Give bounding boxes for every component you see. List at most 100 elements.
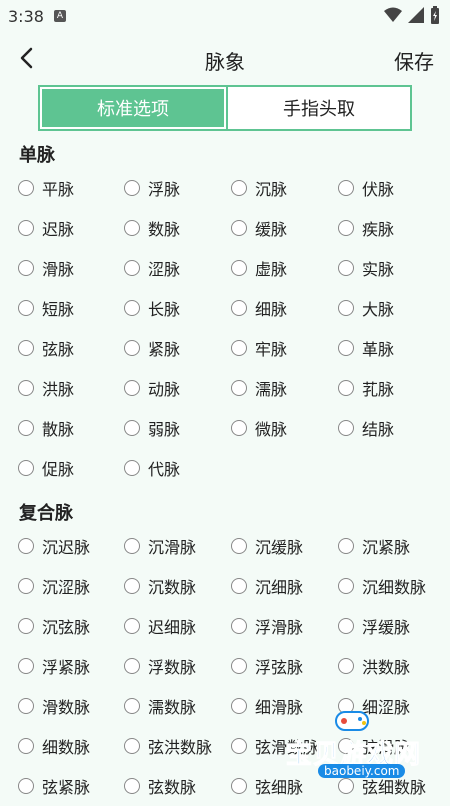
pulse-option[interactable]: 动脉 (124, 368, 180, 408)
radio-button[interactable] (18, 180, 34, 196)
radio-button[interactable] (124, 698, 140, 714)
pulse-option[interactable]: 弦紧脉 (18, 766, 90, 806)
radio-button[interactable] (18, 538, 34, 554)
radio-button[interactable] (18, 778, 34, 794)
radio-button[interactable] (124, 420, 140, 436)
pulse-option[interactable]: 沉细数脉 (338, 566, 426, 606)
radio-button[interactable] (338, 538, 354, 554)
pulse-option[interactable]: 弦数脉 (124, 766, 196, 806)
radio-button[interactable] (231, 658, 247, 674)
pulse-option[interactable]: 滑数脉 (18, 686, 90, 726)
radio-button[interactable] (18, 698, 34, 714)
radio-button[interactable] (124, 578, 140, 594)
pulse-option[interactable]: 沉弦脉 (18, 606, 90, 646)
radio-button[interactable] (338, 260, 354, 276)
radio-button[interactable] (231, 180, 247, 196)
radio-button[interactable] (338, 420, 354, 436)
radio-button[interactable] (18, 220, 34, 236)
radio-button[interactable] (18, 658, 34, 674)
pulse-option[interactable]: 散脉 (18, 408, 74, 448)
radio-button[interactable] (338, 180, 354, 196)
radio-button[interactable] (231, 538, 247, 554)
pulse-option[interactable]: 短脉 (18, 288, 74, 328)
pulse-option[interactable]: 芤脉 (338, 368, 394, 408)
pulse-option[interactable]: 长脉 (124, 288, 180, 328)
radio-button[interactable] (124, 618, 140, 634)
pulse-option[interactable]: 实脉 (338, 248, 394, 288)
radio-button[interactable] (231, 738, 247, 754)
tab-standard-options[interactable]: 标准选项 (42, 89, 224, 127)
radio-button[interactable] (124, 778, 140, 794)
radio-button[interactable] (124, 260, 140, 276)
pulse-option[interactable]: 疾脉 (338, 208, 394, 248)
radio-button[interactable] (338, 578, 354, 594)
pulse-option[interactable]: 平脉 (18, 168, 74, 208)
pulse-option[interactable]: 迟细脉 (124, 606, 196, 646)
pulse-option[interactable]: 弱脉 (124, 408, 180, 448)
radio-button[interactable] (124, 460, 140, 476)
radio-button[interactable] (18, 738, 34, 754)
pulse-option[interactable]: 牢脉 (231, 328, 287, 368)
radio-button[interactable] (231, 698, 247, 714)
radio-button[interactable] (338, 340, 354, 356)
pulse-option[interactable]: 滑脉 (18, 248, 74, 288)
radio-button[interactable] (338, 300, 354, 316)
pulse-option[interactable]: 迟脉 (18, 208, 74, 248)
pulse-option[interactable]: 浮脉 (124, 168, 180, 208)
pulse-option[interactable]: 沉脉 (231, 168, 287, 208)
pulse-option[interactable]: 濡脉 (231, 368, 287, 408)
radio-button[interactable] (18, 300, 34, 316)
radio-button[interactable] (124, 300, 140, 316)
pulse-option[interactable]: 革脉 (338, 328, 394, 368)
pulse-option[interactable]: 濡数脉 (124, 686, 196, 726)
radio-button[interactable] (231, 220, 247, 236)
radio-button[interactable] (231, 340, 247, 356)
pulse-option[interactable]: 结脉 (338, 408, 394, 448)
pulse-option[interactable]: 弦洪数脉 (124, 726, 212, 766)
radio-button[interactable] (18, 420, 34, 436)
pulse-option[interactable]: 沉细脉 (231, 566, 303, 606)
radio-button[interactable] (18, 578, 34, 594)
radio-button[interactable] (124, 380, 140, 396)
pulse-option[interactable]: 浮数脉 (124, 646, 196, 686)
radio-button[interactable] (18, 460, 34, 476)
pulse-option[interactable]: 洪数脉 (338, 646, 410, 686)
radio-button[interactable] (338, 658, 354, 674)
pulse-option[interactable]: 促脉 (18, 448, 74, 488)
pulse-option[interactable]: 浮缓脉 (338, 606, 410, 646)
radio-button[interactable] (231, 578, 247, 594)
pulse-option[interactable]: 浮弦脉 (231, 646, 303, 686)
pulse-option[interactable]: 浮滑脉 (231, 606, 303, 646)
radio-button[interactable] (231, 618, 247, 634)
radio-button[interactable] (231, 778, 247, 794)
radio-button[interactable] (338, 220, 354, 236)
pulse-option[interactable]: 细数脉 (18, 726, 90, 766)
pulse-option[interactable]: 沉迟脉 (18, 526, 90, 566)
pulse-option[interactable]: 沉涩脉 (18, 566, 90, 606)
save-button[interactable]: 保存 (394, 46, 434, 75)
radio-button[interactable] (231, 420, 247, 436)
radio-button[interactable] (124, 658, 140, 674)
pulse-option[interactable]: 微脉 (231, 408, 287, 448)
pulse-option[interactable]: 沉滑脉 (124, 526, 196, 566)
pulse-option[interactable]: 数脉 (124, 208, 180, 248)
pulse-option[interactable]: 浮紧脉 (18, 646, 90, 686)
pulse-option[interactable]: 代脉 (124, 448, 180, 488)
pulse-option[interactable]: 弦脉 (18, 328, 74, 368)
radio-button[interactable] (124, 180, 140, 196)
radio-button[interactable] (231, 260, 247, 276)
pulse-option[interactable]: 缓脉 (231, 208, 287, 248)
radio-button[interactable] (338, 618, 354, 634)
pulse-option[interactable]: 细脉 (231, 288, 287, 328)
radio-button[interactable] (124, 738, 140, 754)
pulse-option[interactable]: 大脉 (338, 288, 394, 328)
radio-button[interactable] (18, 340, 34, 356)
radio-button[interactable] (338, 380, 354, 396)
radio-button[interactable] (18, 380, 34, 396)
back-arrow-icon[interactable] (16, 46, 38, 70)
radio-button[interactable] (124, 220, 140, 236)
radio-button[interactable] (18, 260, 34, 276)
tab-finger-select[interactable]: 手指头取 (226, 87, 410, 129)
pulse-option[interactable]: 紧脉 (124, 328, 180, 368)
radio-button[interactable] (18, 618, 34, 634)
